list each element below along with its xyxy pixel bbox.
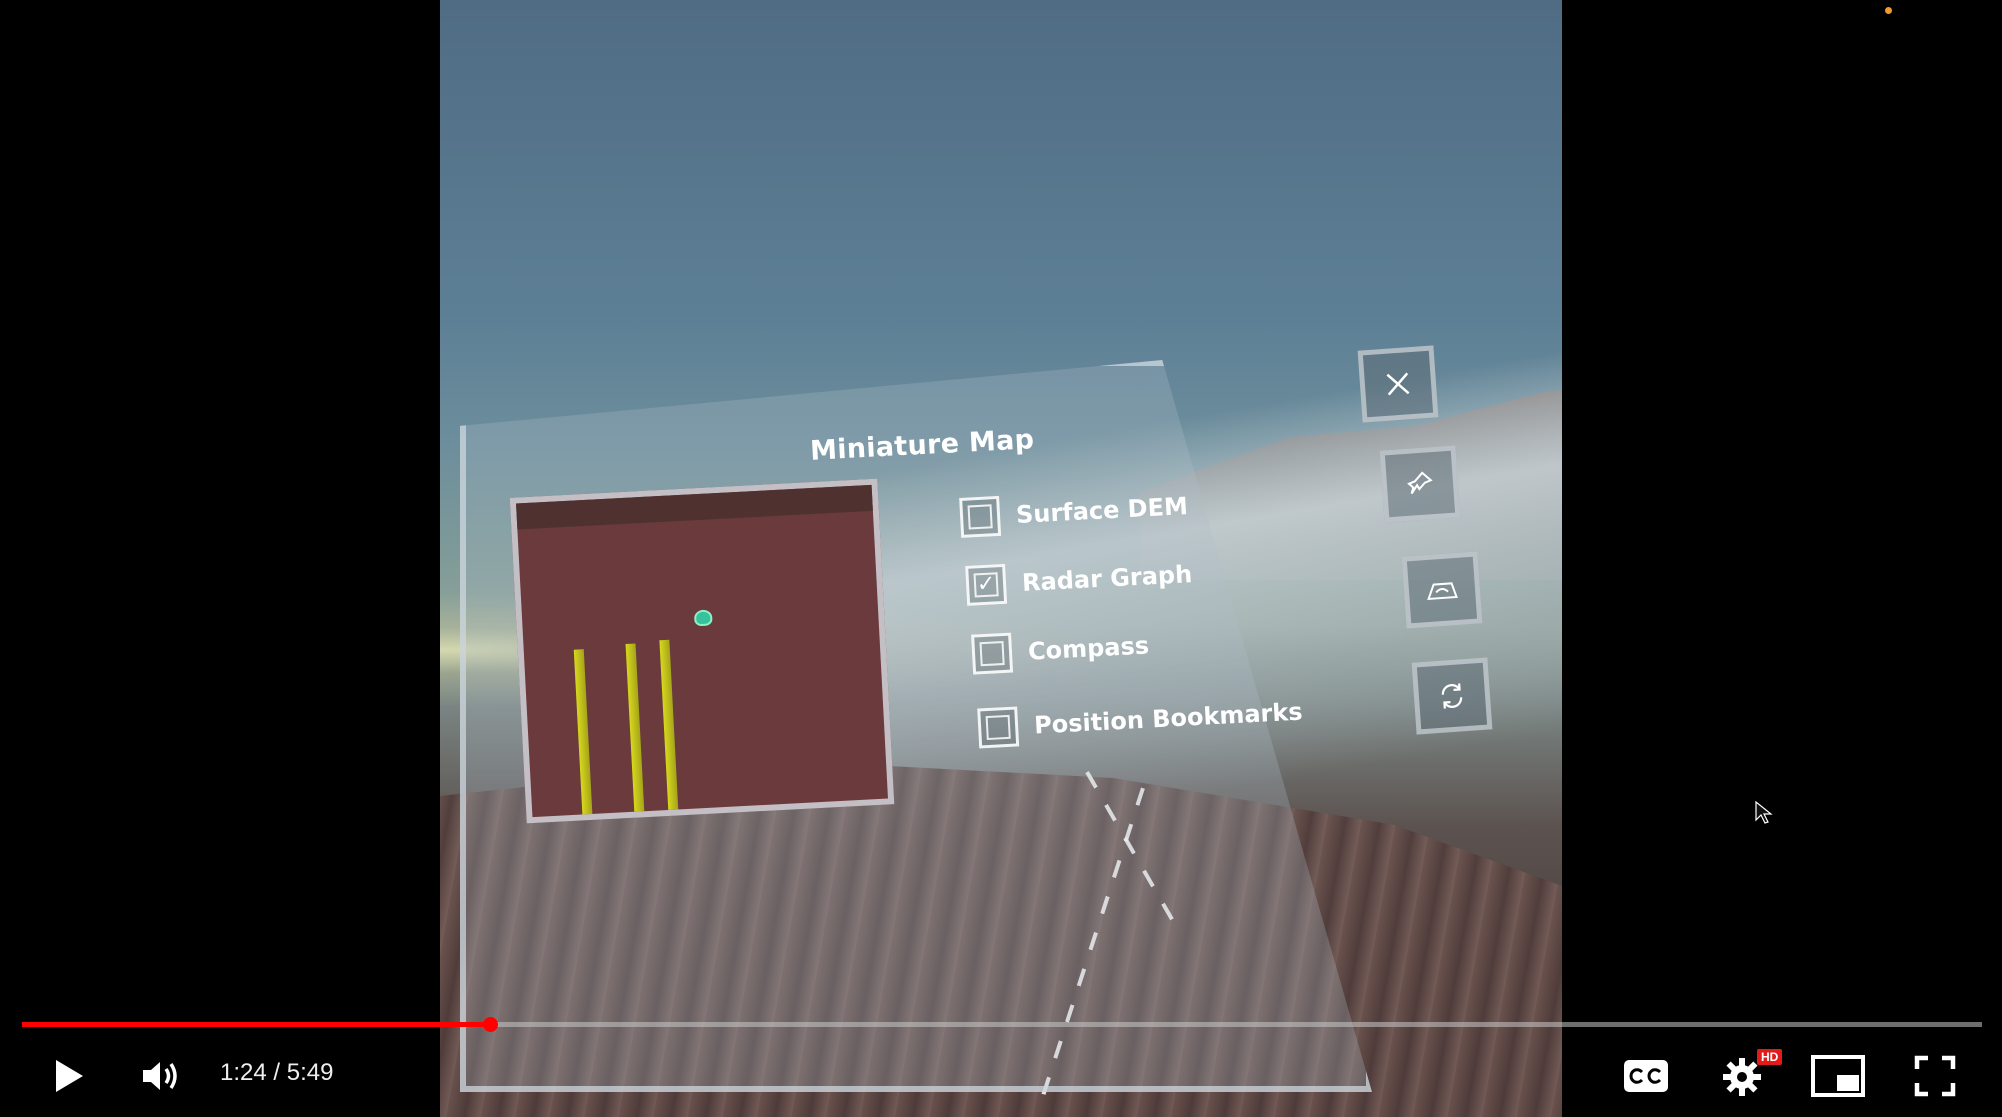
close-icon (1386, 372, 1410, 396)
option-label: Radar Graph (1021, 560, 1193, 597)
option-label: Position Bookmarks (1033, 697, 1304, 740)
refresh-button[interactable] (1411, 657, 1493, 735)
radar-graph-checkbox[interactable]: ✓ (965, 563, 1008, 606)
radar-bar (573, 649, 593, 815)
position-bookmarks-checkbox[interactable] (977, 706, 1020, 749)
option-label: Compass (1027, 631, 1150, 666)
closed-captions-icon (1624, 1060, 1668, 1092)
volume-icon (143, 1062, 177, 1090)
compass-checkbox[interactable] (971, 632, 1014, 675)
radar-bar (659, 639, 679, 810)
location-marker-icon (693, 609, 713, 627)
close-button[interactable] (1357, 345, 1439, 423)
recording-indicator (1885, 7, 1892, 14)
captions-button[interactable] (1620, 1056, 1672, 1096)
surface-dem-checkbox[interactable] (959, 495, 1002, 538)
mini-map-view[interactable] (509, 478, 895, 824)
pin-button[interactable] (1379, 445, 1461, 523)
fullscreen-icon (1914, 1055, 1956, 1097)
refresh-icon (1441, 683, 1463, 709)
time-display: 1:24 / 5:49 (220, 1059, 334, 1086)
miniplayer-button[interactable] (1810, 1053, 1866, 1099)
map-icon (1427, 582, 1458, 601)
play-icon (56, 1060, 83, 1092)
checkmark-icon: ✓ (976, 571, 996, 598)
play-button[interactable] (44, 1051, 94, 1101)
progress-played[interactable] (22, 1022, 490, 1027)
radar-bar (625, 643, 645, 812)
progress-scrubber-handle[interactable] (483, 1017, 498, 1032)
map-button[interactable] (1401, 551, 1483, 629)
pin-icon (1407, 471, 1433, 495)
hd-badge: HD (1757, 1049, 1783, 1065)
miniplayer-icon (1811, 1055, 1865, 1097)
volume-button[interactable] (136, 1053, 186, 1099)
mouse-cursor-icon (1755, 801, 1773, 824)
fullscreen-button[interactable] (1910, 1053, 1960, 1099)
option-label: Surface DEM (1015, 492, 1189, 530)
